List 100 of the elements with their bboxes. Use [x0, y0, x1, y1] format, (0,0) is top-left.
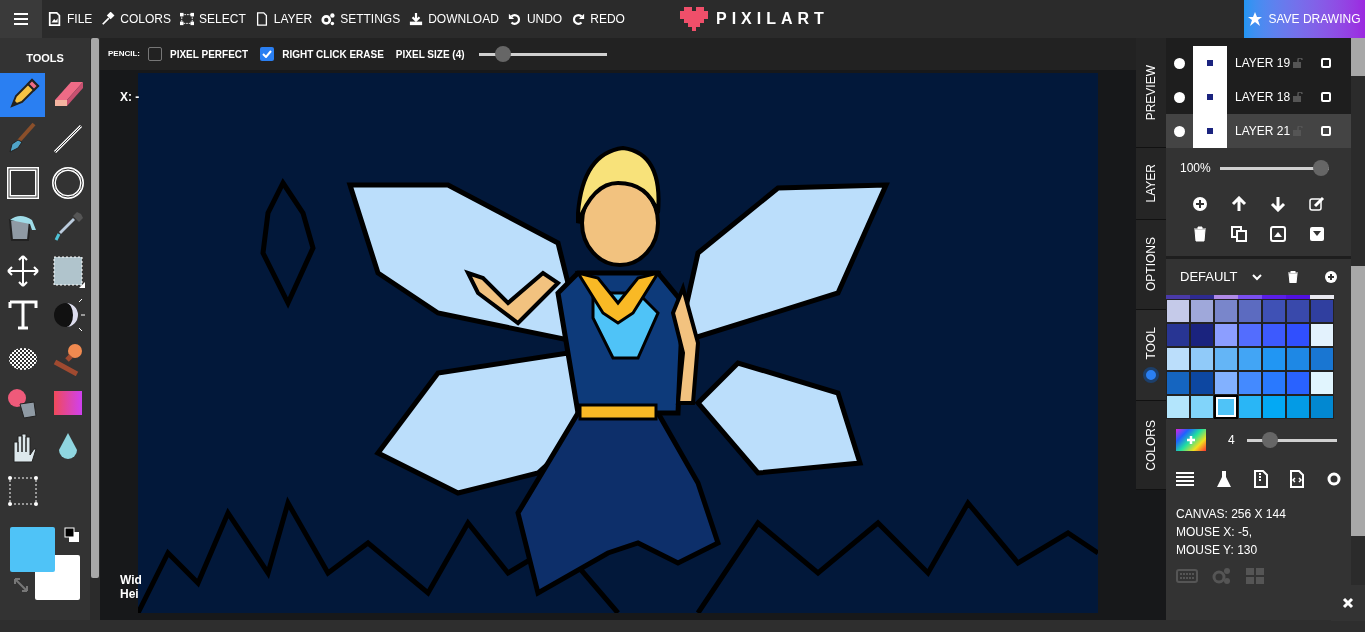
- pixel-size-slider[interactable]: [478, 46, 607, 62]
- add-color-button[interactable]: [1176, 429, 1206, 451]
- arrow-down-icon[interactable]: [1270, 196, 1287, 212]
- side-tab[interactable]: TOOL: [1136, 310, 1166, 401]
- color-swatch[interactable]: [1310, 323, 1334, 347]
- arrow-up-icon[interactable]: [1230, 196, 1247, 212]
- color-swatch[interactable]: [1190, 395, 1214, 419]
- color-swatch[interactable]: [1214, 395, 1238, 419]
- marquee-icon: [5, 474, 40, 508]
- color-swatch[interactable]: [1262, 299, 1286, 323]
- color-swatch[interactable]: [1214, 295, 1238, 299]
- color-swatch[interactable]: [1286, 347, 1310, 371]
- menu-file-button[interactable]: FILE: [48, 0, 93, 38]
- color-swatch[interactable]: [1262, 371, 1286, 395]
- scrollbar[interactable]: [1351, 266, 1365, 536]
- color-swatch[interactable]: [1310, 295, 1334, 299]
- color-swatch[interactable]: [1166, 395, 1190, 419]
- menu-button[interactable]: [0, 0, 42, 38]
- swap-colors-icon[interactable]: [13, 577, 29, 593]
- close-icon: [1342, 597, 1354, 609]
- color-swatch[interactable]: [1190, 295, 1214, 299]
- layer-checkbox[interactable]: [1321, 126, 1331, 136]
- color-swatch[interactable]: [1166, 295, 1190, 299]
- canvas-size-text: Wid: [120, 573, 142, 587]
- color-swatch[interactable]: [1238, 347, 1262, 371]
- checkbox[interactable]: [148, 47, 162, 61]
- layer-checkbox[interactable]: [1321, 58, 1331, 68]
- color-swatch[interactable]: [1262, 395, 1286, 419]
- color-swatch[interactable]: [1214, 323, 1238, 347]
- menu-colors-button[interactable]: COLORS: [101, 0, 172, 38]
- color-swatch[interactable]: [1238, 295, 1262, 299]
- edit-icon[interactable]: [1309, 196, 1326, 212]
- color-swatch[interactable]: [1166, 347, 1190, 371]
- color-swatch[interactable]: [1166, 371, 1190, 395]
- color-swatch[interactable]: [1286, 295, 1310, 299]
- color-swatch[interactable]: [1286, 395, 1310, 419]
- menu-layer-button[interactable]: LAYER: [254, 0, 313, 38]
- color-swatch[interactable]: [1262, 323, 1286, 347]
- color-swatch[interactable]: [1238, 323, 1262, 347]
- copy-icon[interactable]: [1230, 226, 1247, 242]
- color-swatch[interactable]: [1262, 295, 1286, 299]
- color-swatch[interactable]: [1310, 299, 1334, 323]
- color-swatch[interactable]: [1286, 323, 1310, 347]
- menu-download-button[interactable]: DOWNLOAD: [409, 0, 499, 38]
- menu-undo-button[interactable]: UNDO: [507, 0, 563, 38]
- heart-icon: [680, 7, 708, 31]
- color-swatch[interactable]: [1286, 299, 1310, 323]
- menu-settings-button[interactable]: SETTINGS: [321, 0, 401, 38]
- checkbox[interactable]: [260, 47, 275, 61]
- menu-select-button[interactable]: SELECT: [180, 0, 246, 38]
- color-swatch[interactable]: [1166, 299, 1190, 323]
- move-to-top-icon[interactable]: [1270, 226, 1287, 242]
- color-swatch[interactable]: [1190, 323, 1214, 347]
- opacity-slider[interactable]: [1220, 160, 1329, 176]
- brush-size-slider[interactable]: [1246, 432, 1337, 448]
- plus-circle-icon[interactable]: [1325, 271, 1337, 283]
- list-icon[interactable]: [1176, 472, 1194, 486]
- color-swatch[interactable]: [1238, 371, 1262, 395]
- color-swatch[interactable]: [1238, 299, 1262, 323]
- color-swatch[interactable]: [1190, 347, 1214, 371]
- zip-file-icon[interactable]: [1253, 470, 1268, 488]
- plus-circle-icon[interactable]: [1191, 196, 1208, 212]
- color-swatch[interactable]: [1166, 323, 1190, 347]
- scrollbar[interactable]: [91, 38, 99, 578]
- color-swatch[interactable]: [1214, 371, 1238, 395]
- code-file-icon[interactable]: [1290, 470, 1305, 488]
- move-to-bottom-icon[interactable]: [1309, 226, 1326, 242]
- color-swatch[interactable]: [1310, 371, 1334, 395]
- pixel-size-label: PIXEL SIZE (4): [395, 47, 465, 62]
- plus-icon: [1186, 435, 1196, 445]
- color-swatch[interactable]: [1310, 347, 1334, 371]
- color-swatch[interactable]: [1310, 395, 1334, 419]
- brush-size-reading: 4: [1228, 432, 1235, 449]
- side-tab[interactable]: OPTIONS: [1136, 220, 1166, 310]
- target-icon[interactable]: [1327, 472, 1341, 486]
- scrollbar[interactable]: [1351, 38, 1365, 76]
- color-swatches-drawing[interactable]: [10, 527, 80, 600]
- color-swatch[interactable]: [1190, 299, 1214, 323]
- palette-dropdown[interactable]: DEFAULT: [1180, 267, 1242, 287]
- menu-redo-button[interactable]: REDO: [571, 0, 625, 38]
- save-drawing-button[interactable]: SAVE DRAWING: [1244, 0, 1365, 38]
- color-swatch[interactable]: [1214, 347, 1238, 371]
- color-swatch[interactable]: [1190, 371, 1214, 395]
- trash-icon[interactable]: [1288, 271, 1298, 283]
- trash-icon[interactable]: [1191, 226, 1208, 242]
- download-icon: [409, 12, 424, 26]
- layer-row[interactable]: LAYER 21: [1166, 114, 1351, 148]
- reset-colors-icon[interactable]: [64, 527, 80, 543]
- color-swatch[interactable]: [1238, 395, 1262, 419]
- color-swatch[interactable]: [1286, 371, 1310, 395]
- redo-icon: [571, 12, 586, 26]
- layer-checkbox[interactable]: [1321, 92, 1331, 102]
- tool-button[interactable]: [0, 73, 45, 117]
- flask-icon[interactable]: [1216, 471, 1231, 487]
- side-tab[interactable]: COLORS: [1136, 401, 1166, 490]
- side-tab[interactable]: LAYER: [1136, 148, 1166, 220]
- color-swatch[interactable]: [1262, 347, 1286, 371]
- side-tab[interactable]: PREVIEW: [1136, 38, 1166, 148]
- chevron-down-icon[interactable]: [1252, 273, 1262, 281]
- color-swatch[interactable]: [1214, 299, 1238, 323]
